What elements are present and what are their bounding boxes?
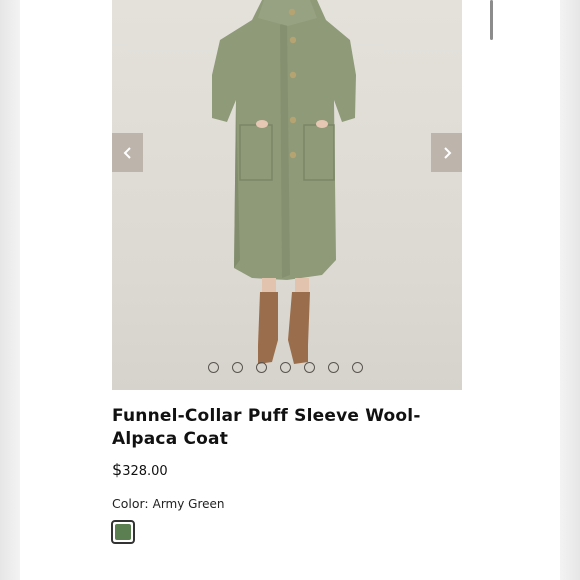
scrollbar-thumb[interactable] — [490, 0, 493, 40]
product-title: Funnel-Collar Puff Sleeve Wool-Alpaca Co… — [112, 406, 421, 449]
gallery-next-button[interactable] — [431, 133, 462, 172]
gallery-dot[interactable] — [352, 362, 363, 373]
color-row: Color: Army Green — [112, 496, 225, 511]
color-swatch-army-green[interactable] — [111, 520, 135, 544]
chevron-left-icon — [123, 146, 131, 159]
gallery-dot[interactable] — [256, 362, 267, 373]
price-value: 328.00 — [122, 464, 168, 479]
color-value: Army Green — [152, 497, 225, 511]
gallery-dot[interactable] — [280, 362, 291, 373]
right-frame — [560, 0, 580, 580]
product-image-gallery[interactable] — [112, 0, 462, 390]
product-image — [212, 0, 356, 364]
currency-symbol: $ — [112, 460, 123, 479]
gallery-dot[interactable] — [304, 362, 315, 373]
gallery-dot[interactable] — [232, 362, 243, 373]
chevron-right-icon — [443, 146, 451, 159]
gallery-prev-button[interactable] — [112, 133, 143, 172]
gallery-dots — [208, 362, 363, 373]
gallery-dot[interactable] — [208, 362, 219, 373]
swatch-fill — [115, 524, 131, 540]
gallery-dot[interactable] — [328, 362, 339, 373]
left-frame — [0, 0, 20, 580]
color-label: Color: — [112, 496, 149, 511]
product-price: $328.00 — [112, 460, 168, 479]
